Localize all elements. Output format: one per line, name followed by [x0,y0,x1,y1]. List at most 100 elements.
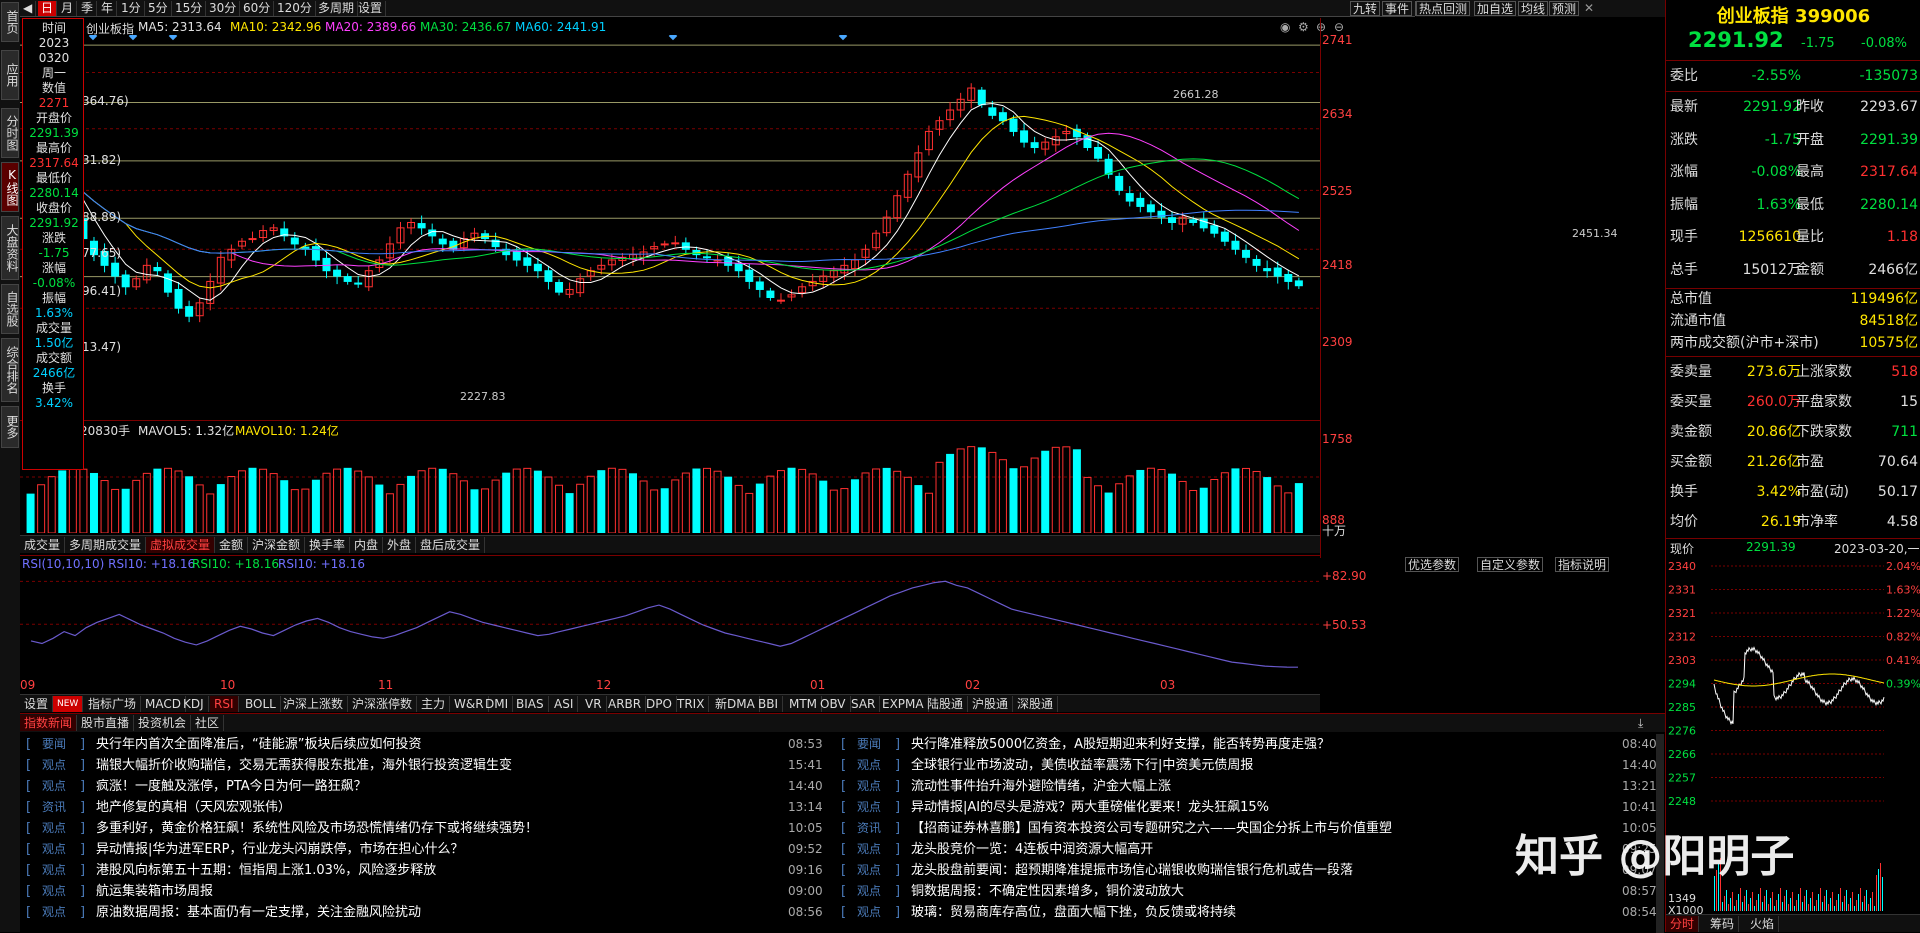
news-title[interactable]: 异动情报|AI的尽头是游戏？两大重磅催化要来！龙头狂飙15% [911,797,1269,818]
news-item[interactable]: [ 要闻] 央行年内首次全面降准后，“硅能源”板块后续应如何投资 08:53 [20,734,830,755]
volume-tab-2[interactable]: 虚拟成交量 [146,537,216,553]
rsi-chart[interactable] [20,572,1320,678]
tool-hot-backtest-btn[interactable]: 热点回测 [1416,1,1471,16]
sidebar-item-more[interactable]: 更多 [1,406,19,448]
volume-tab-0[interactable]: 成交量 [20,537,66,553]
download-icon[interactable]: ⤓ [1638,716,1643,731]
zoom-in-icon[interactable]: ⊕ [1316,20,1326,34]
news-item[interactable]: [ 观点] 原油数据周报：基本面仍有一定支撑，关注金融风险扰动 08:56 [20,902,830,923]
news-title[interactable]: 【招商证券林喜鹏】国有资本投资公司专题研究之六——央国企分拆上市与价值重塑 [911,818,1392,839]
tab-flame[interactable]: 火焰 [1746,916,1780,932]
news-item[interactable]: [ 观点] 多重利好，黄金价格狂飙！系统性风险及市场恐慌情绪仍存下或将继续强势！ 1… [20,818,830,839]
news-item[interactable]: [ 观点] 玻璃：贸易商库存高位，盘面大幅下挫，负反馈或将持续 08:54 [835,902,1665,923]
news-title[interactable]: 龙头股盘前要闻：超预期降准提振市场信心瑞银收购瑞信银行危机或告一段落 [911,860,1353,881]
news-tab-3[interactable]: 社区 [191,715,225,731]
indicator-tab-17[interactable]: TRIX [673,696,710,712]
indicator-tab-11[interactable]: DMI [481,696,514,712]
indicator-tab-18[interactable]: 新DMA [711,696,760,712]
indicator-tab-15[interactable]: ARBR [604,696,647,712]
indicator-tab-25[interactable]: 沪股通 [968,696,1014,712]
indicator-tab-6[interactable]: BOLL [241,696,281,712]
news-title[interactable]: 流动性事件抬升海外避险情绪，沪金大幅上涨 [911,776,1171,797]
news-title[interactable]: 多重利好，黄金价格狂飙！系统性风险及市场恐慌情绪仍存下或将继续强势！ [96,818,538,839]
volume-tab-3[interactable]: 金额 [215,537,249,553]
news-title[interactable]: 铜数据周报：不确定性因素增多，铜价波动放大 [911,881,1184,902]
period-quarter[interactable]: 季 [78,1,98,16]
news-title[interactable]: 央行降准释放5000亿资金，A股短期迎来利好支撑，能否转势再度走强？ [911,734,1330,755]
news-item[interactable]: [ 观点] 异动情报|华为进军ERP，行业龙头闪崩跌停，市场在担心什么？ 09:52 [20,839,830,860]
news-item[interactable]: [ 资讯] 地产修复的真相（天风宏观张伟） 13:14 [20,797,830,818]
news-title[interactable]: 地产修复的真相（天风宏观张伟） [96,797,291,818]
news-item[interactable]: [ 要闻] 央行降准释放5000亿资金，A股短期迎来利好支撑，能否转势再度走强？ 0… [835,734,1665,755]
sidebar-item-apps[interactable]: 应用 [1,50,19,100]
news-title[interactable]: 瑞银大幅折价收购瑞信，交易无需获得股东批准，海外银行投资逻辑生变 [96,755,512,776]
news-item[interactable]: [ 观点] 异动情报|AI的尽头是游戏？两大重磅催化要来！龙头狂飙15% 10:41 [835,797,1665,818]
indicator-tab-22[interactable]: SAR [847,696,881,712]
zoom-out-icon[interactable]: ⊖ [1334,20,1344,34]
tool-ma[interactable]: 均线 [1518,1,1549,16]
eye-icon[interactable]: ◉ [1280,20,1290,34]
sidebar-item-watchlist[interactable]: 自选股 [1,284,19,334]
sidebar-item-home[interactable]: 首页 [1,2,19,42]
tool-add-watch[interactable]: 加自选 [1474,1,1517,16]
tool-forecast[interactable]: 预测 [1549,1,1580,16]
indicator-tab-5[interactable]: RSI [210,696,239,712]
indicator-tab-8[interactable]: 沪深涨停数 [348,696,418,712]
news-title[interactable]: 龙头股竞价一览：4连板中润资源大幅高开 [911,839,1153,860]
period-30min[interactable]: 30分 [206,1,241,16]
news-title[interactable]: 玻璃：贸易商库存高位，盘面大幅下挫，负反馈或将持续 [911,902,1236,923]
indicator-tab-1[interactable]: NEW [53,696,84,712]
indicator-tab-21[interactable]: OBV [816,696,851,712]
news-item[interactable]: [ 观点] 疯涨！一度触及涨停，PTA今日为何一路狂飙？ 14:40 [20,776,830,797]
indicator-tab-0[interactable]: 设置 [20,696,54,712]
news-title[interactable]: 港股风向标第五十五期：恒指周上涨1.03%，风险逐步释放 [96,860,436,881]
nav-back-icon[interactable]: ◀ [20,1,37,16]
news-item[interactable]: [ 观点] 瑞银大幅折价收购瑞信，交易无需获得股东批准，海外银行投资逻辑生变 15:… [20,755,830,776]
news-tab-1[interactable]: 股市直播 [77,715,135,731]
volume-tab-5[interactable]: 换手率 [305,537,351,553]
indicator-tab-4[interactable]: KDJ [179,696,209,712]
sidebar-item-ranking[interactable]: 综合排名 [1,338,19,402]
period-settings[interactable]: 设置 [355,1,387,16]
news-title[interactable]: 异动情报|华为进军ERP，行业龙头闪崩跌停，市场在担心什么？ [96,839,463,860]
tool-nine-turn[interactable]: 九转 [1350,1,1381,16]
news-tab-0[interactable]: 指数新闻 [20,715,78,731]
news-item[interactable]: [ 观点] 全球银行业市场波动，美债收益率震荡下行|中资美元债周报 14:40 [835,755,1665,776]
volume-tab-1[interactable]: 多周期成交量 [65,537,147,553]
tab-chips[interactable]: 筹码 [1706,916,1740,932]
indicator-tab-13[interactable]: ASI [550,696,579,712]
news-item[interactable]: [ 观点] 航运集装箱市场周报 09:00 [20,881,830,902]
sidebar-item-market-data[interactable]: 大盘资料 [1,216,19,280]
news-title[interactable]: 原油数据周报：基本面仍有一定支撑，关注金融风险扰动 [96,902,421,923]
indicator-help-button[interactable]: 指标说明 [1555,557,1610,572]
close-icon[interactable]: ✕ [1582,1,1596,16]
indicator-tab-2[interactable]: 指标广场 [84,696,142,712]
period-5min[interactable]: 5分 [145,1,172,16]
volume-tab-4[interactable]: 沪深金额 [248,537,306,553]
news-item[interactable]: [ 观点] 铜数据周报：不确定性因素增多，铜价波动放大 08:57 [835,881,1665,902]
indicator-tab-26[interactable]: 深股通 [1013,696,1059,712]
news-title[interactable]: 全球银行业市场波动，美债收益率震荡下行|中资美元债周报 [911,755,1253,776]
news-title[interactable]: 疯涨！一度触及涨停，PTA今日为何一路狂飙？ [96,776,367,797]
period-day[interactable]: 日 [38,1,58,16]
custom-params-button[interactable]: 自定义参数 [1477,557,1544,572]
indicator-tab-24[interactable]: 陆股通 [923,696,969,712]
period-60min[interactable]: 60分 [240,1,275,16]
indicator-tab-14[interactable]: VR [581,696,607,712]
period-month[interactable]: 月 [58,1,78,16]
volume-tab-8[interactable]: 盘后成交量 [416,537,486,553]
tab-timeshare[interactable]: 分时 [1666,916,1700,932]
indicator-tab-23[interactable]: EXPMA [878,696,929,712]
indicator-tab-7[interactable]: 沪深上涨数 [279,696,349,712]
news-item[interactable]: [ 观点] 港股风向标第五十五期：恒指周上涨1.03%，风险逐步释放 09:16 [20,860,830,881]
indicator-tab-12[interactable]: BIAS [512,696,549,712]
volume-tab-7[interactable]: 外盘 [383,537,417,553]
indicator-tab-16[interactable]: DPO [642,696,677,712]
period-15min[interactable]: 15分 [172,1,207,16]
preset-params-button[interactable]: 优选参数 [1405,557,1460,572]
period-multi[interactable]: 多周期 [315,1,359,16]
period-120min[interactable]: 120分 [274,1,316,16]
period-year[interactable]: 年 [98,1,118,16]
volume-tab-6[interactable]: 内盘 [350,537,384,553]
indicator-tab-19[interactable]: BBI [754,696,784,712]
